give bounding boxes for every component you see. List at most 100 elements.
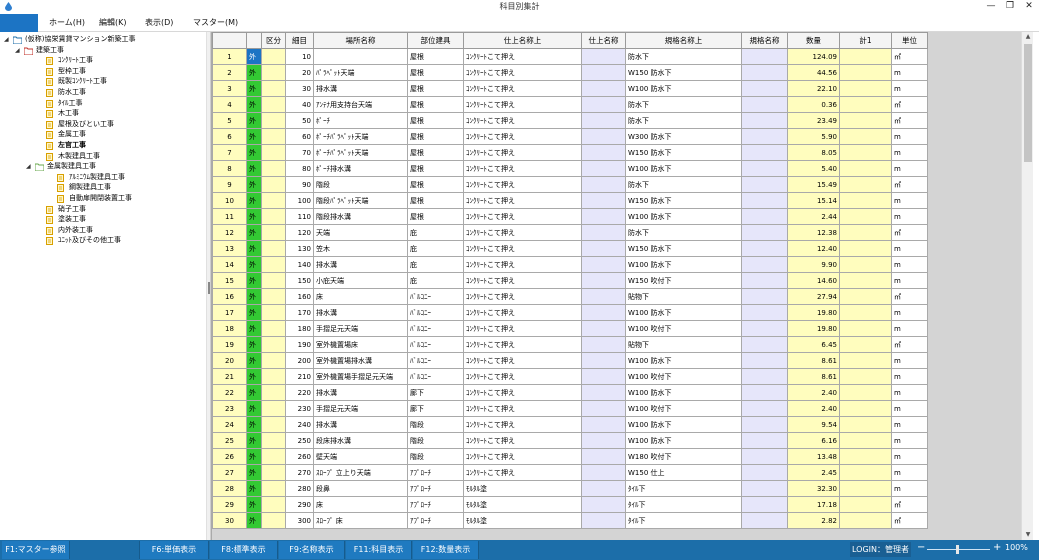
place-name-cell[interactable]: ﾎﾟｰﾁ排水溝 bbox=[313, 160, 408, 177]
spec-cell[interactable] bbox=[741, 320, 788, 337]
part-cell[interactable]: 庇 bbox=[407, 256, 464, 273]
unit-cell[interactable]: m bbox=[891, 368, 928, 385]
quantity-cell[interactable]: 27.94 bbox=[787, 288, 840, 305]
spec-upper-cell[interactable]: ﾀｲﾙ下 bbox=[625, 480, 742, 497]
spec-upper-header[interactable]: 規格名称上 bbox=[625, 32, 742, 49]
finish-upper-cell[interactable]: ｺﾝｸﾘｰﾄこて押え bbox=[463, 448, 582, 465]
spec-upper-cell[interactable]: W100 防水下 bbox=[625, 208, 742, 225]
division-cell[interactable] bbox=[261, 176, 286, 193]
calc-cell[interactable] bbox=[839, 464, 892, 481]
calc-cell[interactable] bbox=[839, 512, 892, 529]
spec-cell[interactable] bbox=[741, 128, 788, 145]
place-name-cell[interactable]: ﾊﾟﾗﾍﾟｯﾄ天端 bbox=[313, 64, 408, 81]
kind-cell[interactable]: 外 bbox=[246, 400, 262, 417]
expand-arrow-icon[interactable]: ◢ bbox=[26, 161, 31, 172]
calc-cell[interactable] bbox=[839, 240, 892, 257]
division-cell[interactable] bbox=[261, 512, 286, 529]
row-number-cell[interactable]: 7 bbox=[212, 144, 247, 161]
table-row[interactable]: 17 外 170 排水溝 ﾊﾞﾙｺﾆｰ ｺﾝｸﾘｰﾄこて押え W100 防水下 19.80 m bbox=[212, 304, 928, 321]
spec-cell[interactable] bbox=[741, 192, 788, 209]
unit-cell[interactable]: m bbox=[891, 384, 928, 401]
spec-cell[interactable] bbox=[741, 240, 788, 257]
finish-upper-cell[interactable]: ｺﾝｸﾘｰﾄこて押え bbox=[463, 320, 582, 337]
quantity-cell[interactable]: 8.61 bbox=[787, 352, 840, 369]
row-number-cell[interactable]: 21 bbox=[212, 368, 247, 385]
row-number-cell[interactable]: 11 bbox=[212, 208, 247, 225]
quantity-cell[interactable]: 32.30 bbox=[787, 480, 840, 497]
calc-cell[interactable] bbox=[839, 336, 892, 353]
place-name-cell[interactable]: 階段排水溝 bbox=[313, 208, 408, 225]
spec-cell[interactable] bbox=[741, 480, 788, 497]
unit-cell[interactable]: m bbox=[891, 432, 928, 449]
spec-cell[interactable] bbox=[741, 80, 788, 97]
table-row[interactable]: 30 外 300 ｽﾛｰﾌﾟ 床ｱﾌﾟﾛｰﾁ ﾓﾙﾀﾙ塗 ﾀｲﾙ下 2.82 ㎡ bbox=[212, 512, 928, 529]
place-name-cell[interactable]: 天端 bbox=[313, 224, 408, 241]
place-name-cell[interactable]: 排水溝 bbox=[313, 416, 408, 433]
kind-cell[interactable]: 外 bbox=[246, 240, 262, 257]
kind-cell[interactable]: 外 bbox=[246, 224, 262, 241]
detail-cell[interactable]: 240 bbox=[285, 416, 314, 433]
unit-cell[interactable]: m bbox=[891, 80, 928, 97]
finish-cell[interactable] bbox=[581, 48, 626, 65]
spec-cell[interactable] bbox=[741, 416, 788, 433]
row-number-cell[interactable]: 23 bbox=[212, 400, 247, 417]
place-name-cell[interactable]: 段鼻 bbox=[313, 480, 408, 497]
zoom-out-button[interactable]: − bbox=[917, 542, 925, 553]
place-name-cell[interactable]: 室外機置場手摺足元天端 bbox=[313, 368, 408, 385]
place-name-cell[interactable]: 手摺足元天端 bbox=[313, 400, 408, 417]
division-cell[interactable] bbox=[261, 112, 286, 129]
finish-upper-cell[interactable]: ｺﾝｸﾘｰﾄこて押え bbox=[463, 128, 582, 145]
calc-cell[interactable] bbox=[839, 272, 892, 289]
finish-cell[interactable] bbox=[581, 496, 626, 513]
table-row[interactable]: 26 外 260 壁天端 階段 ｺﾝｸﾘｰﾄこて押え W180 吹付下 13.48 m bbox=[212, 448, 928, 465]
table-row[interactable]: 10 外 100 階段ﾊﾟﾗﾍﾟｯﾄ天端 屋根 ｺﾝｸﾘｰﾄこて押え W150 防水下 15.… bbox=[212, 192, 928, 209]
detail-cell[interactable]: 140 bbox=[285, 256, 314, 273]
place-name-cell[interactable]: 排水溝 bbox=[313, 80, 408, 97]
unit-cell[interactable]: m bbox=[891, 400, 928, 417]
quantity-cell[interactable]: 5.90 bbox=[787, 128, 840, 145]
kind-cell[interactable]: 外 bbox=[246, 128, 262, 145]
place-name-cell[interactable]: 小庇天端 bbox=[313, 272, 408, 289]
spec-cell[interactable] bbox=[741, 288, 788, 305]
kind-cell[interactable]: 外 bbox=[246, 448, 262, 465]
table-row[interactable]: 19 外 190 室外機置場床 ﾊﾞﾙｺﾆｰ ｺﾝｸﾘｰﾄこて押え 貼物下 6.45 ㎡ bbox=[212, 336, 928, 353]
maximize-button[interactable]: ❐ bbox=[1000, 0, 1020, 14]
spec-cell[interactable] bbox=[741, 64, 788, 81]
spec-upper-cell[interactable]: W150 防水下 bbox=[625, 192, 742, 209]
scroll-up-icon[interactable]: ▲ bbox=[1022, 32, 1034, 42]
calc-cell[interactable] bbox=[839, 256, 892, 273]
part-cell[interactable]: 屋根 bbox=[407, 192, 464, 209]
finish-cell[interactable] bbox=[581, 464, 626, 481]
quantity-cell[interactable]: 8.05 bbox=[787, 144, 840, 161]
detail-cell[interactable]: 270 bbox=[285, 464, 314, 481]
quantity-cell[interactable]: 17.18 bbox=[787, 496, 840, 513]
quantity-cell[interactable]: 12.38 bbox=[787, 224, 840, 241]
finish-upper-cell[interactable]: ｺﾝｸﾘｰﾄこて押え bbox=[463, 352, 582, 369]
row-number-cell[interactable]: 9 bbox=[212, 176, 247, 193]
place-name-cell[interactable]: ｱﾝﾃﾅ用支持台天端 bbox=[313, 96, 408, 113]
finish-upper-cell[interactable]: ｺﾝｸﾘｰﾄこて押え bbox=[463, 208, 582, 225]
spec-cell[interactable] bbox=[741, 400, 788, 417]
f12-quantity-button[interactable]: F12:数量表示 bbox=[413, 541, 479, 559]
kind-cell[interactable]: 外 bbox=[246, 48, 262, 65]
detail-cell[interactable]: 150 bbox=[285, 272, 314, 289]
kind-cell[interactable]: 外 bbox=[246, 272, 262, 289]
division-cell[interactable] bbox=[261, 192, 286, 209]
calc-cell[interactable] bbox=[839, 128, 892, 145]
part-cell[interactable]: 屋根 bbox=[407, 112, 464, 129]
finish-cell[interactable] bbox=[581, 352, 626, 369]
row-number-cell[interactable]: 15 bbox=[212, 272, 247, 289]
part-cell[interactable]: ｱﾌﾟﾛｰﾁ bbox=[407, 480, 464, 497]
place-name-cell[interactable]: 階段 bbox=[313, 176, 408, 193]
spec-cell[interactable] bbox=[741, 176, 788, 193]
place-name-cell[interactable]: ﾎﾟｰﾁ bbox=[313, 112, 408, 129]
detail-cell[interactable]: 280 bbox=[285, 480, 314, 497]
place-name-cell[interactable]: 排水溝 bbox=[313, 304, 408, 321]
detail-cell[interactable]: 210 bbox=[285, 368, 314, 385]
f9-name-button[interactable]: F9:名称表示 bbox=[279, 541, 345, 559]
spec-cell[interactable] bbox=[741, 448, 788, 465]
row-number-cell[interactable]: 16 bbox=[212, 288, 247, 305]
calc-cell[interactable] bbox=[839, 432, 892, 449]
row-number-cell[interactable]: 26 bbox=[212, 448, 247, 465]
finish-upper-cell[interactable]: ｺﾝｸﾘｰﾄこて押え bbox=[463, 288, 582, 305]
